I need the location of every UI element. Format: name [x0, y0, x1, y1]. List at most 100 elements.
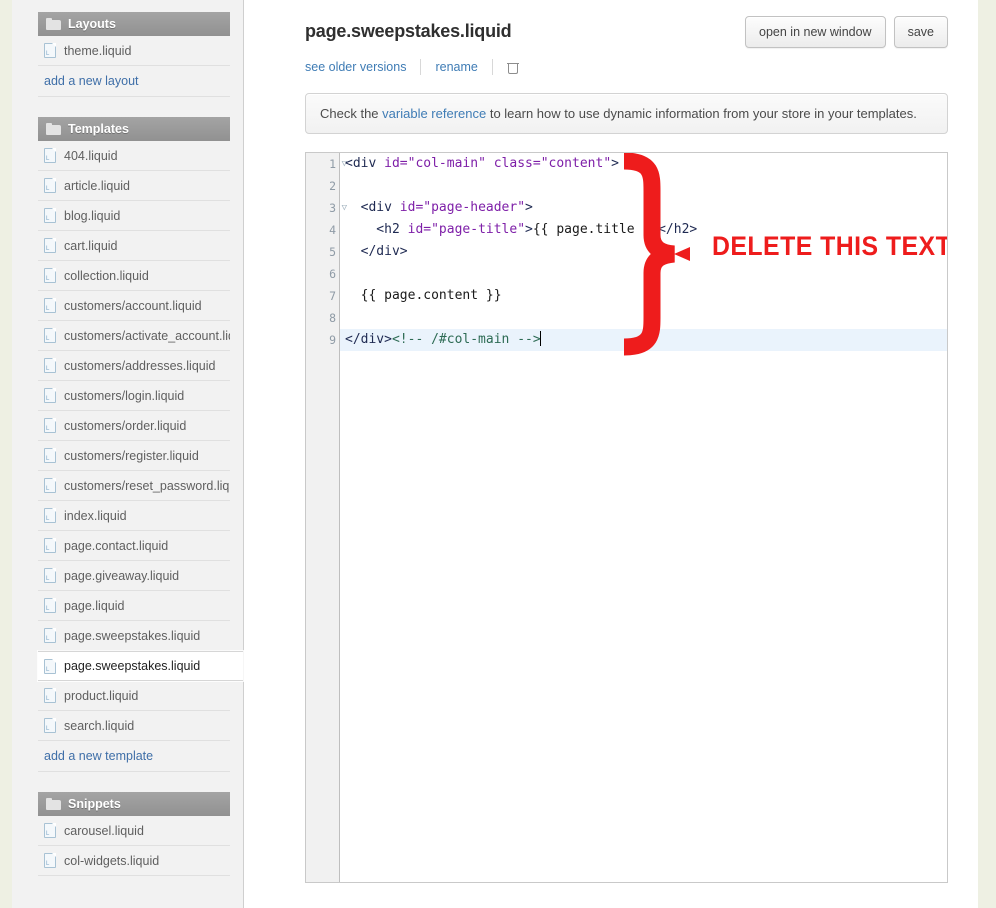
- sidebar-groups: Layouts theme.liquid add a new layout Templ…: [38, 12, 243, 876]
- line-number-label: 4: [329, 223, 336, 237]
- file-name-label: page.sweepstakes.liquid: [64, 628, 201, 643]
- code-token: id=: [407, 222, 432, 237]
- group-header-snippets: Snippets: [38, 792, 230, 816]
- code-line[interactable]: <h2 id="page-title">{{ page.title }}</h2…: [340, 219, 947, 241]
- file-name-label: customers/order.liquid: [64, 418, 187, 433]
- file-name-label: collection.liquid: [64, 268, 149, 283]
- document-icon: [44, 238, 56, 253]
- file-item[interactable]: collection.liquid: [38, 261, 230, 291]
- file-item[interactable]: cart.liquid: [38, 231, 230, 261]
- line-number: 9: [306, 329, 339, 351]
- file-actions-bar: see older versions rename: [305, 59, 948, 75]
- open-in-new-window-button[interactable]: open in new window: [745, 16, 886, 48]
- file-name-label: page.sweepstakes.liquid: [64, 659, 201, 673]
- group-title: Templates: [68, 122, 129, 136]
- document-icon: [44, 448, 56, 463]
- add-new-layout-link[interactable]: add a new layout: [38, 66, 230, 97]
- file-item[interactable]: 404.liquid: [38, 141, 230, 171]
- document-icon: [44, 718, 56, 733]
- file-name-label: carousel.liquid: [64, 823, 144, 838]
- trash-icon[interactable]: [506, 61, 519, 74]
- file-name-label: customers/account.liquid: [64, 298, 202, 313]
- code-line[interactable]: [340, 175, 947, 197]
- folder-icon: [46, 18, 61, 30]
- text-cursor: [539, 331, 541, 346]
- file-item[interactable]: index.liquid: [38, 501, 230, 531]
- code-line[interactable]: [340, 263, 947, 285]
- notice-text-after: to learn how to use dynamic information …: [486, 106, 917, 121]
- document-icon: [44, 208, 56, 223]
- document-icon: [44, 628, 56, 643]
- main-panel: page.sweepstakes.liquid open in new wind…: [245, 0, 978, 908]
- save-button[interactable]: save: [893, 16, 948, 48]
- file-name-label: search.liquid: [64, 718, 135, 733]
- code-token: </div>: [345, 332, 392, 347]
- document-icon: [44, 823, 56, 838]
- file-list: carousel.liquid col-widgets.liquid: [38, 816, 230, 876]
- document-icon: [44, 178, 56, 193]
- file-item[interactable]: page.sweepstakes.liquid: [38, 651, 243, 681]
- file-name-label: col-widgets.liquid: [64, 853, 160, 868]
- line-number-label: 8: [329, 311, 336, 325]
- file-item[interactable]: customers/order.liquid: [38, 411, 230, 441]
- file-item[interactable]: product.liquid: [38, 681, 230, 711]
- line-number-label: 6: [329, 267, 336, 281]
- document-icon: [44, 43, 56, 58]
- divider-2: [491, 59, 493, 75]
- document-icon: [44, 853, 56, 868]
- code-line[interactable]: {{ page.content }}: [340, 285, 947, 307]
- sidebar-group-snippets: Snippets carousel.liquid col-widgets.liqui…: [38, 792, 230, 876]
- file-name-label: cart.liquid: [64, 238, 118, 253]
- file-item[interactable]: customers/login.liquid: [38, 381, 230, 411]
- file-item[interactable]: theme.liquid: [38, 36, 230, 66]
- file-name-label: page.contact.liquid: [64, 538, 169, 553]
- file-name-label: page.giveaway.liquid: [64, 568, 180, 583]
- code-line[interactable]: <div id="col-main" class="content">: [340, 153, 947, 175]
- code-token: <div: [345, 200, 400, 215]
- code-token: id=: [399, 200, 424, 215]
- file-name-label: article.liquid: [64, 178, 131, 193]
- see-older-versions-link[interactable]: see older versions: [305, 60, 420, 74]
- code-line[interactable]: </div><!-- /#col-main -->: [340, 329, 947, 351]
- file-name-label: customers/addresses.liquid: [64, 358, 216, 373]
- rename-link[interactable]: rename: [435, 60, 491, 74]
- file-item[interactable]: customers/register.liquid: [38, 441, 230, 471]
- code-token: id=: [384, 156, 408, 171]
- file-item[interactable]: customers/activate_account.liquid: [38, 321, 230, 351]
- code-token: >: [525, 222, 533, 237]
- file-item[interactable]: blog.liquid: [38, 201, 230, 231]
- variable-reference-link[interactable]: variable reference: [382, 106, 486, 121]
- code-token: <h2: [345, 222, 408, 237]
- group-title: Snippets: [68, 797, 121, 811]
- code-editor[interactable]: 1 ▽ 2 3 ▽ 4 5 6 7 8 9 <div id="col-main" class="co…: [305, 152, 948, 883]
- document-icon: [44, 688, 56, 703]
- document-icon: [44, 148, 56, 163]
- document-icon: [44, 388, 56, 403]
- file-item[interactable]: article.liquid: [38, 171, 230, 201]
- code-token: {{ page.title }}: [532, 222, 659, 237]
- document-icon: [44, 268, 56, 283]
- divider-1: [420, 59, 422, 75]
- file-item[interactable]: page.contact.liquid: [38, 531, 230, 561]
- code-token: >: [611, 156, 619, 171]
- title-actions: open in new window save: [745, 16, 948, 48]
- add-new-template-link[interactable]: add a new template: [38, 741, 230, 772]
- code-line[interactable]: <div id="page-header">: [340, 197, 947, 219]
- file-item[interactable]: page.liquid: [38, 591, 230, 621]
- code-area[interactable]: <div id="col-main" class="content"> <div…: [340, 153, 947, 882]
- file-item[interactable]: col-widgets.liquid: [38, 846, 230, 876]
- file-item[interactable]: page.giveaway.liquid: [38, 561, 230, 591]
- line-number: 8: [306, 307, 339, 329]
- file-item[interactable]: carousel.liquid: [38, 816, 230, 846]
- code-line[interactable]: </div>: [340, 241, 947, 263]
- file-item[interactable]: search.liquid: [38, 711, 230, 741]
- code-line[interactable]: [340, 307, 947, 329]
- file-item[interactable]: customers/reset_password.liquid: [38, 471, 230, 501]
- file-item[interactable]: customers/addresses.liquid: [38, 351, 230, 381]
- file-item[interactable]: customers/account.liquid: [38, 291, 230, 321]
- code-token: >: [525, 200, 533, 215]
- file-name-label: index.liquid: [64, 508, 127, 523]
- file-item[interactable]: page.sweepstakes.liquid: [38, 621, 230, 651]
